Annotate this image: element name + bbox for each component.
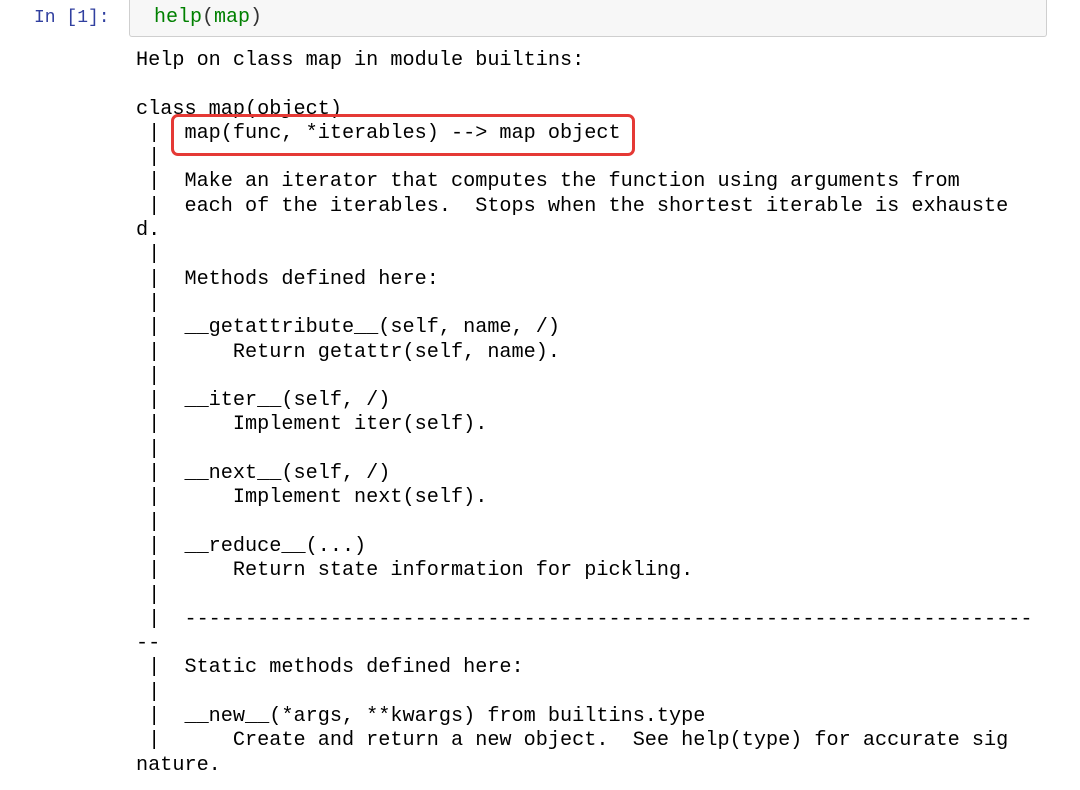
output-line: | Create and return a new object. See he… [136, 729, 1009, 753]
output-line: | __iter__(self, /) [136, 389, 391, 413]
output-line: | [136, 291, 185, 315]
open-paren: ( [202, 6, 215, 29]
output-line: | [136, 243, 185, 267]
builtin-function-name: help [154, 6, 203, 29]
output-line: | Static methods defined here: [136, 656, 524, 680]
output-line: | Return state information for pickling. [136, 559, 694, 583]
output-line: | __getattribute__(self, name, /) [136, 316, 561, 340]
output-line: nature. [136, 753, 221, 777]
output-line: | [136, 583, 185, 607]
close-paren: ) [250, 6, 263, 29]
cell-output: Help on class map in module builtins: cla… [136, 49, 1032, 778]
output-line: | Implement next(self). [136, 486, 488, 510]
output-line: -- [136, 632, 161, 656]
output-line: | [136, 437, 185, 461]
output-line: | each of the iterables. Stops when the … [136, 194, 1009, 218]
input-prompt: In [1]: [34, 8, 110, 28]
output-line: | [136, 680, 185, 704]
output-line: | [136, 510, 185, 534]
output-line: | Methods defined here: [136, 267, 439, 291]
output-line: | __new__(*args, **kwargs) from builtins… [136, 705, 706, 729]
notebook-cell: In [1]: help(map) Help on class map in m… [0, 0, 1080, 790]
output-line: | Implement iter(self). [136, 413, 488, 437]
output-line: | --------------------------------------… [136, 607, 1033, 631]
output-line: | [136, 364, 185, 388]
output-line: | __next__(self, /) [136, 462, 391, 486]
output-line: | __reduce__(...) [136, 534, 367, 558]
signature-highlight-box [171, 114, 635, 156]
code-line: help(map) [154, 6, 262, 30]
code-input-area[interactable]: help(map) [129, 0, 1047, 37]
builtin-argument: map [214, 6, 251, 29]
output-line: d. [136, 219, 161, 243]
output-line: | Make an iterator that computes the fun… [136, 170, 960, 194]
output-line: Help on class map in module builtins: [136, 49, 585, 72]
output-line: | Return getattr(self, name). [136, 340, 561, 364]
